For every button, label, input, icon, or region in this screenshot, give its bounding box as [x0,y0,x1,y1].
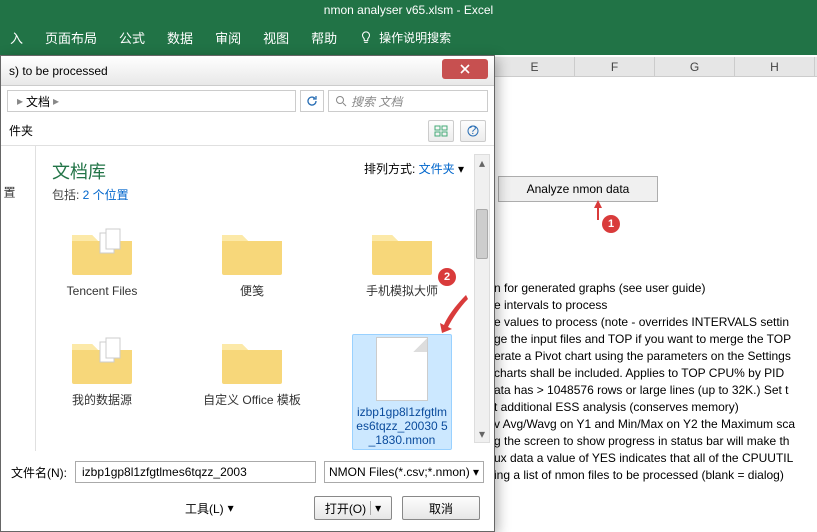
folder-icon [220,225,284,277]
view-mode-button[interactable] [428,120,454,142]
library-subtitle: 包括: 2 个位置 [52,186,478,203]
tools-dropdown[interactable]: 工具(L)▾ [185,500,234,517]
chevron-right-icon: ▸ [17,94,23,108]
col-header-h[interactable]: H [735,57,815,76]
search-icon [335,95,347,107]
annotation-arrow-2 [438,293,468,333]
refresh-button[interactable] [300,90,324,112]
refresh-icon [306,95,318,107]
tab-data[interactable]: 数据 [159,22,201,55]
folder-icon [220,334,284,386]
folder-item-tencent[interactable]: Tencent Files [52,225,152,298]
filename-input[interactable] [75,461,316,483]
filename-label: 文件名(N): [11,464,67,481]
dialog-titlebar: s) to be processed [1,56,494,86]
folder-item-datasource[interactable]: 我的数据源 [52,334,152,450]
navigation-pane[interactable]: 置 [1,146,36,451]
sort-control: 排列方式: 文件夹 ▾ [364,160,464,177]
folder-icon [70,334,134,386]
sort-mode-link[interactable]: 文件夹 [419,162,455,176]
tab-insert[interactable]: 入 [2,22,31,55]
scroll-up-icon[interactable]: ▴ [475,155,489,171]
tiles-icon [434,125,448,137]
file-item-nmon[interactable]: izbp1gp8l1zfgtlmes6tqzz_20030 5_1830.nmo… [352,334,452,450]
analyze-nmon-button[interactable]: Analyze nmon data [498,176,658,202]
tell-me-label: 操作说明搜索 [379,29,451,46]
help-icon: ? [467,125,479,137]
chevron-down-icon: ▾ [473,465,479,479]
col-header-e[interactable]: E [495,57,575,76]
close-button[interactable] [442,59,488,79]
cancel-button[interactable]: 取消 [402,496,480,520]
tab-view[interactable]: 视图 [255,22,297,55]
breadcrumb[interactable]: ▸ 文档 ▸ [7,90,296,112]
search-input[interactable]: 搜索 文档 [328,90,488,112]
open-button[interactable]: 打开(O)▾ [314,496,392,520]
folder-icon [370,225,434,277]
tab-review[interactable]: 审阅 [207,22,249,55]
tab-page-layout[interactable]: 页面布局 [37,22,105,55]
column-headers: E F G H I [495,57,817,77]
file-open-dialog: s) to be processed ▸ 文档 ▸ 搜索 文档 件夹 ? [0,55,495,532]
col-header-f[interactable]: F [575,57,655,76]
chevron-down-icon: ▾ [228,501,234,515]
help-button[interactable]: ? [460,120,486,142]
sheet-description-text: n for generated graphs (see user guide) … [494,280,817,484]
file-icon [376,337,428,401]
scrollbar[interactable]: ▴ ▾ [474,154,490,443]
tab-help[interactable]: 帮助 [303,22,345,55]
annotation-marker-1: 1 [602,215,620,233]
scroll-thumb[interactable] [476,209,488,259]
file-list-panel: 文档库 包括: 2 个位置 排列方式: 文件夹 ▾ Tencent Files … [36,146,494,451]
tab-formulas[interactable]: 公式 [111,22,153,55]
folder-item-phone-emu[interactable]: 手机模拟大师 [352,225,452,298]
window-title: nmon analyser v65.xlsm - Excel [0,0,817,20]
scroll-down-icon[interactable]: ▾ [475,426,489,442]
folder-icon [70,225,134,277]
breadcrumb-seg[interactable]: 文档 [26,93,50,110]
search-placeholder: 搜索 文档 [351,93,402,110]
library-locations-link[interactable]: 2 个位置 [83,188,129,202]
folder-item-office-templates[interactable]: 自定义 Office 模板 [202,334,302,450]
col-header-g[interactable]: G [655,57,735,76]
bulb-icon [359,31,373,45]
dialog-title-text: s) to be processed [9,64,108,78]
ribbon-tabs: 入 页面布局 公式 数据 审阅 视图 帮助 操作说明搜索 [0,22,459,55]
chevron-right-icon: ▸ [53,94,59,108]
tell-me[interactable]: 操作说明搜索 [351,22,459,55]
close-icon [459,63,471,75]
file-type-filter[interactable]: NMON Files(*.csv;*.nmon)▾ [324,461,484,483]
chevron-down-icon: ▾ [370,501,381,515]
svg-text:?: ? [470,125,477,137]
annotation-marker-2: 2 [438,268,456,286]
new-folder-button[interactable]: 件夹 [9,122,33,139]
folder-item-notes[interactable]: 便笺 [202,225,302,298]
